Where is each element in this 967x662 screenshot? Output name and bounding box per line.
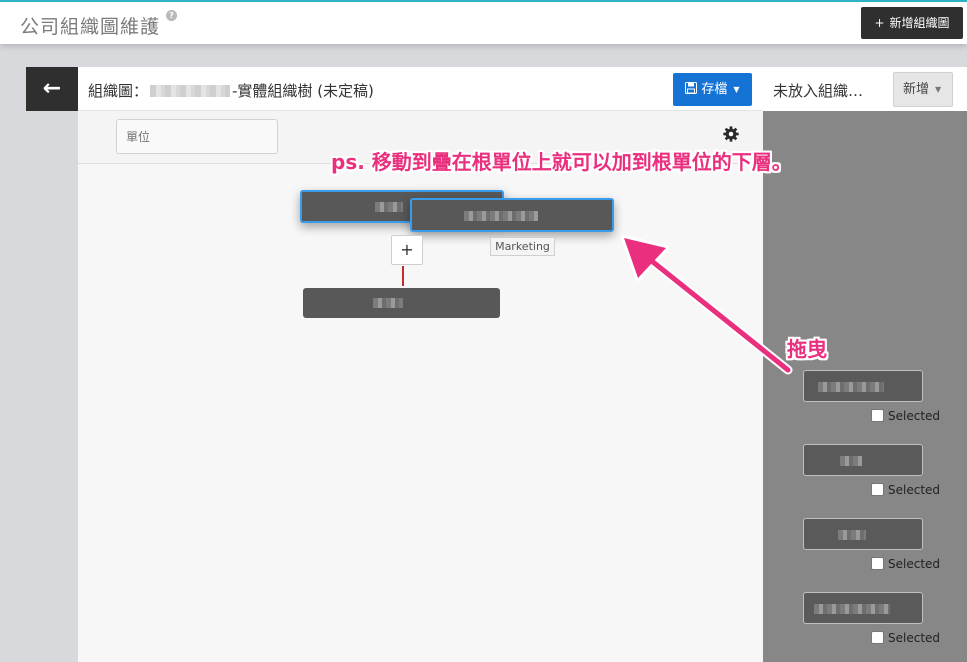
unplaced-unit-item[interactable]	[803, 592, 923, 624]
drag-annotation: 拖曳	[787, 337, 827, 361]
checkbox-label: Selected	[888, 557, 941, 571]
add-child-button[interactable]: +	[391, 235, 423, 265]
save-button[interactable]: 存檔 ▼	[673, 73, 752, 106]
new-unit-button[interactable]: 新增 ▼	[893, 72, 953, 107]
select-checkbox-row[interactable]: Selected	[871, 483, 940, 497]
chart-title-suffix: -實體組織樹 (未定稿)	[232, 82, 374, 100]
unplaced-unit-item[interactable]	[803, 518, 923, 550]
unplaced-unit-item[interactable]	[803, 370, 923, 402]
chart-title: 組織圖： -實體組織樹 (未定稿)	[88, 80, 374, 101]
chart-title-prefix: 組織圖：	[88, 82, 149, 100]
select-checkbox-row[interactable]: Selected	[871, 557, 940, 571]
new-unit-label: 新增	[903, 82, 930, 97]
node-tooltip: Marketing	[490, 237, 555, 256]
redacted-unit-name	[838, 530, 866, 540]
top-bar: 公司組織圖維護 ? + 新增組織圖	[0, 0, 967, 44]
redacted-unit-name	[814, 604, 890, 614]
redacted-unit-name	[840, 456, 862, 466]
editor-header: 組織圖： -實體組織樹 (未定稿) 存檔 ▼	[78, 67, 763, 111]
gear-icon[interactable]	[722, 125, 740, 143]
checkbox-label: Selected	[888, 631, 941, 645]
caret-down-icon: ▼	[935, 85, 942, 94]
drag-arrow	[621, 235, 793, 375]
redacted-unit-name	[464, 211, 538, 221]
floppy-disk-icon	[685, 82, 698, 94]
caret-down-icon: ▼	[733, 85, 740, 94]
checkbox[interactable]	[871, 631, 884, 644]
save-label: 存檔	[701, 82, 728, 97]
plus-icon: +	[874, 16, 885, 30]
checkbox[interactable]	[871, 557, 884, 570]
question-icon[interactable]: ?	[166, 10, 177, 21]
page-title: 公司組織圖維護	[20, 16, 161, 38]
dragged-unit-node[interactable]	[410, 198, 614, 232]
checkbox[interactable]	[871, 483, 884, 496]
unplaced-unit-item[interactable]	[803, 444, 923, 476]
unit-search-input[interactable]	[116, 119, 278, 154]
select-checkbox-row[interactable]: Selected	[871, 409, 940, 423]
arrow-left-icon: ←	[42, 76, 62, 101]
tree-connector-line	[402, 266, 404, 286]
child-unit-node[interactable]	[303, 288, 500, 318]
unplaced-title: 未放入組織…	[773, 82, 864, 100]
unplaced-panel-header: 未放入組織… 新增 ▼	[763, 67, 967, 111]
add-org-chart-button[interactable]: + 新增組織圖	[861, 7, 963, 39]
add-org-chart-label: 新增組織圖	[889, 16, 950, 30]
redacted-unit-name	[375, 202, 403, 212]
select-checkbox-row[interactable]: Selected	[871, 631, 940, 645]
redacted-unit-name	[818, 382, 884, 392]
checkbox-label: Selected	[888, 483, 941, 497]
hint-annotation: ps. 移動到疊在根單位上就可以加到根單位的下層。	[331, 150, 792, 174]
checkbox-label: Selected	[888, 409, 941, 423]
redacted-unit-name	[373, 298, 403, 308]
back-button[interactable]: ←	[26, 67, 78, 111]
redacted-chart-name	[150, 85, 231, 97]
checkbox[interactable]	[871, 409, 884, 422]
